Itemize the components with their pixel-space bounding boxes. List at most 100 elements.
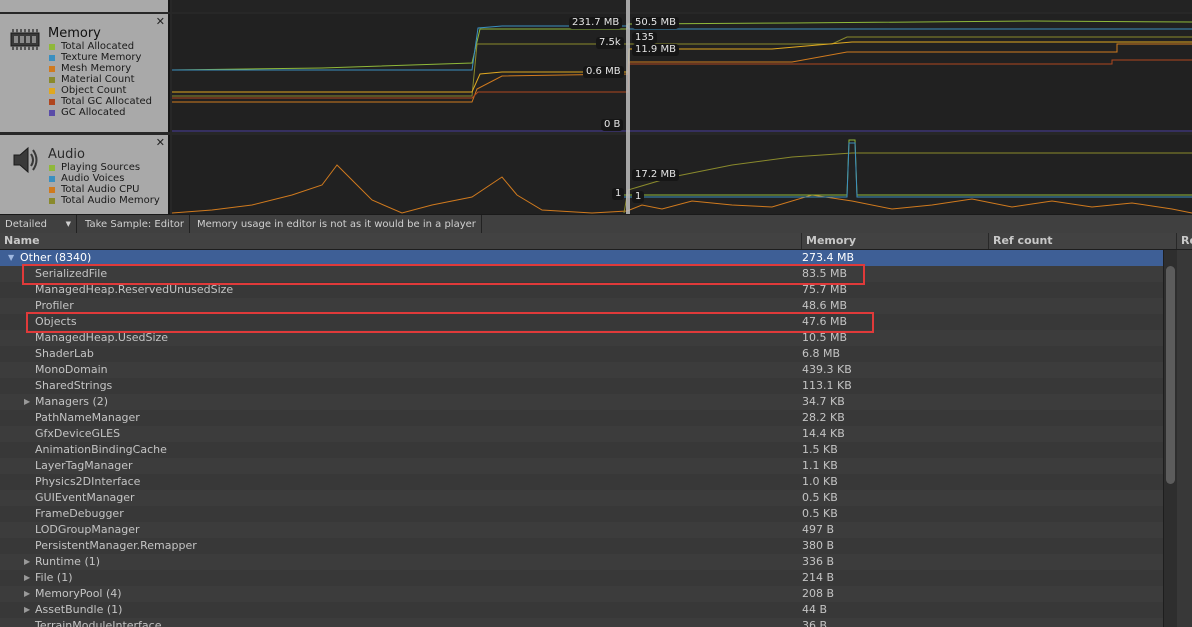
- audio-value-label: 1: [612, 188, 625, 200]
- audio-lane-label[interactable]: Audio ✕ Playing Sources Audio Voices Total…: [0, 135, 170, 214]
- tree-row-memory: 36 B: [802, 619, 828, 627]
- tree-row-memory: 380 B: [802, 539, 835, 552]
- tree-row[interactable]: AnimationBindingCache 1.5 KB: [0, 442, 1163, 458]
- legend-label: Object Count: [61, 85, 127, 96]
- legend-item[interactable]: Total Audio Memory: [49, 195, 160, 206]
- legend-swatch: [49, 186, 55, 193]
- tree-row-name: GUIEventManager: [35, 491, 135, 504]
- legend-label: Texture Memory: [61, 52, 142, 63]
- legend-item[interactable]: Audio Voices: [49, 173, 160, 184]
- tree-row-name: PathNameManager: [35, 411, 140, 424]
- scrollbar-thumb[interactable]: [1166, 266, 1175, 484]
- tree-row[interactable]: MonoDomain 439.3 KB: [0, 362, 1163, 378]
- legend-label: GC Allocated: [61, 107, 126, 118]
- tree-row-memory: 0.5 KB: [802, 491, 838, 504]
- tree-row-memory: 1.0 KB: [802, 475, 838, 488]
- vertical-scrollbar[interactable]: [1163, 250, 1177, 627]
- audio-chart[interactable]: 17.2 MB 1 1: [172, 135, 1192, 214]
- triangle-right-icon[interactable]: ▶: [24, 602, 30, 618]
- tree-row[interactable]: ▶ File (1) 214 B: [0, 570, 1163, 586]
- triangle-right-icon[interactable]: ▶: [24, 586, 30, 602]
- tree-row-name: Physics2DInterface: [35, 475, 141, 488]
- memory-chart[interactable]: 231.7 MB 50.5 MB 7.5k 135 11.9 MB 0.6 MB…: [172, 14, 1192, 132]
- legend-swatch: [49, 175, 55, 182]
- column-referenced-by[interactable]: Re: [1176, 233, 1192, 249]
- profiler-charts: Memory ✕ Total Allocated Texture Memory Me…: [0, 0, 1192, 214]
- tree-row-name: AssetBundle (1): [35, 603, 123, 616]
- legend-swatch: [49, 164, 55, 171]
- legend-label: Total GC Allocated: [61, 96, 153, 107]
- legend-label: Mesh Memory: [61, 63, 132, 74]
- legend-swatch: [49, 109, 55, 116]
- tree-row[interactable]: ▶ Managers (2) 34.7 KB: [0, 394, 1163, 410]
- tree-row[interactable]: GUIEventManager 0.5 KB: [0, 490, 1163, 506]
- column-name[interactable]: Name: [0, 233, 801, 249]
- tree-row-memory: 28.2 KB: [802, 411, 845, 424]
- tree-row[interactable]: ▶ MemoryPool (4) 208 B: [0, 586, 1163, 602]
- tree-row[interactable]: LODGroupManager 497 B: [0, 522, 1163, 538]
- mode-dropdown-label: Detailed: [5, 219, 47, 230]
- close-icon[interactable]: ✕: [156, 15, 165, 28]
- triangle-right-icon[interactable]: ▶: [24, 570, 30, 586]
- legend-swatch: [49, 98, 55, 105]
- previous-lane-chart[interactable]: [172, 0, 1192, 12]
- legend-label: Total Audio CPU: [61, 184, 140, 195]
- tree-row[interactable]: ▶ AssetBundle (1) 44 B: [0, 602, 1163, 618]
- tree-row-memory: 439.3 KB: [802, 363, 852, 376]
- previous-lane-label: [0, 0, 170, 12]
- referenced-by-column: [1177, 250, 1192, 627]
- legend-label: Audio Voices: [61, 173, 125, 184]
- tree-row[interactable]: SharedStrings 113.1 KB: [0, 378, 1163, 394]
- legend-item[interactable]: Total Allocated: [49, 41, 152, 52]
- mode-dropdown[interactable]: Detailed ▼: [0, 215, 77, 234]
- legend-swatch: [49, 43, 55, 50]
- tree-row[interactable]: PersistentManager.Remapper 380 B: [0, 538, 1163, 554]
- highlight-box-serializedfile: [22, 264, 865, 285]
- tree-row[interactable]: TerrainModuleInterface 36 B: [0, 618, 1163, 627]
- memory-chip-icon: [9, 28, 41, 55]
- tree-row-memory: 34.7 KB: [802, 395, 845, 408]
- frame-cursor[interactable]: [626, 0, 630, 214]
- legend-item[interactable]: Playing Sources: [49, 162, 160, 173]
- legend-item[interactable]: GC Allocated: [49, 107, 152, 118]
- legend-item[interactable]: Texture Memory: [49, 52, 152, 63]
- tree-row-name: MemoryPool (4): [35, 587, 122, 600]
- memory-value-label: 0.6 MB: [583, 66, 624, 78]
- triangle-right-icon[interactable]: ▶: [24, 554, 30, 570]
- audio-value-label: 1: [632, 191, 645, 203]
- take-sample-button[interactable]: Take Sample: Editor: [80, 215, 190, 234]
- tree-row-name: TerrainModuleInterface: [35, 619, 162, 627]
- column-memory[interactable]: Memory: [801, 233, 989, 249]
- tree-row-name: GfxDeviceGLES: [35, 427, 121, 440]
- legend-item[interactable]: Total GC Allocated: [49, 96, 152, 107]
- triangle-right-icon[interactable]: ▶: [24, 394, 30, 410]
- tree-row-name: Runtime (1): [35, 555, 101, 568]
- tree-row[interactable]: PathNameManager 28.2 KB: [0, 410, 1163, 426]
- tree-row-name: SharedStrings: [35, 379, 113, 392]
- tree-row-name: Managers (2): [35, 395, 109, 408]
- tree-row-name: MonoDomain: [35, 363, 108, 376]
- tree-row[interactable]: LayerTagManager 1.1 KB: [0, 458, 1163, 474]
- tree-row[interactable]: FrameDebugger 0.5 KB: [0, 506, 1163, 522]
- tree-row[interactable]: ShaderLab 6.8 MB: [0, 346, 1163, 362]
- legend-item[interactable]: Mesh Memory: [49, 63, 152, 74]
- close-icon[interactable]: ✕: [156, 136, 165, 149]
- tree-row[interactable]: ▶ Runtime (1) 336 B: [0, 554, 1163, 570]
- legend-item[interactable]: Object Count: [49, 85, 152, 96]
- legend-item[interactable]: Material Count: [49, 74, 152, 85]
- legend-item[interactable]: Total Audio CPU: [49, 184, 160, 195]
- legend-swatch: [49, 76, 55, 83]
- memory-lane-label[interactable]: Memory ✕ Total Allocated Texture Memory Me…: [0, 14, 170, 132]
- tree-row-memory: 497 B: [802, 523, 835, 536]
- legend-label: Playing Sources: [61, 162, 141, 173]
- memory-value-label: 231.7 MB: [569, 17, 623, 29]
- tree-row[interactable]: GfxDeviceGLES 14.4 KB: [0, 426, 1163, 442]
- tree-row[interactable]: Physics2DInterface 1.0 KB: [0, 474, 1163, 490]
- tree-row-memory: 6.8 MB: [802, 347, 841, 360]
- triangle-down-icon[interactable]: ▼: [8, 250, 14, 266]
- speaker-icon: [11, 144, 39, 179]
- tree-row-memory: 336 B: [802, 555, 835, 568]
- column-ref-count[interactable]: Ref count: [988, 233, 1177, 249]
- audio-value-label: 17.2 MB: [632, 169, 679, 181]
- tree-row-name: PersistentManager.Remapper: [35, 539, 197, 552]
